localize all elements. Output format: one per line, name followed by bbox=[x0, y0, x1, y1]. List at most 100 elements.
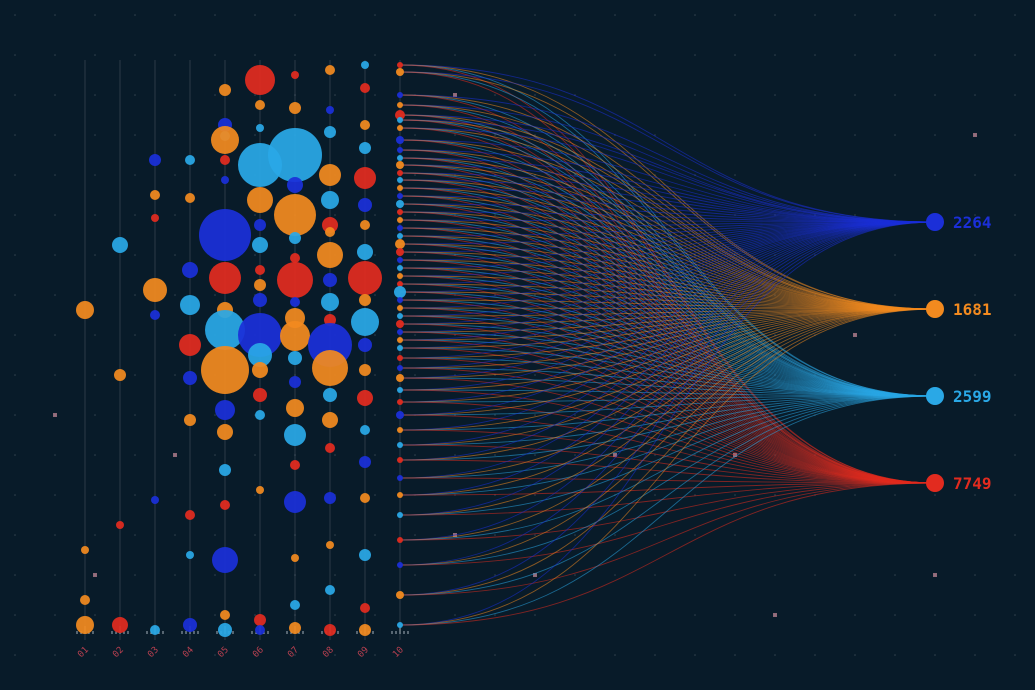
bubble bbox=[151, 214, 159, 222]
bubble bbox=[289, 102, 301, 114]
column-tick-label: 07 bbox=[286, 645, 301, 660]
bubble bbox=[217, 424, 233, 440]
source-point bbox=[395, 239, 405, 249]
bubble bbox=[360, 493, 370, 503]
bubble bbox=[201, 346, 249, 394]
bubble bbox=[323, 273, 337, 287]
source-point bbox=[397, 492, 403, 498]
bubble bbox=[359, 624, 371, 636]
bubble bbox=[253, 388, 267, 402]
source-point bbox=[394, 286, 406, 298]
source-point bbox=[397, 313, 403, 319]
column-tick-label: 04 bbox=[181, 645, 196, 660]
bubble bbox=[81, 546, 89, 554]
accent-marker bbox=[93, 573, 97, 577]
bubble bbox=[80, 595, 90, 605]
column-tick-label: 06 bbox=[251, 645, 266, 660]
bubble bbox=[284, 424, 306, 446]
bubble bbox=[185, 155, 195, 165]
source-point bbox=[397, 399, 403, 405]
accent-marker bbox=[53, 413, 57, 417]
bubble bbox=[277, 262, 313, 298]
column-tick-label: 01 bbox=[76, 645, 91, 660]
bubble bbox=[220, 610, 230, 620]
source-point bbox=[397, 265, 403, 271]
bubble bbox=[319, 164, 341, 186]
source-point bbox=[397, 257, 403, 263]
source-point bbox=[397, 365, 403, 371]
source-point bbox=[397, 345, 403, 351]
bubble bbox=[179, 334, 201, 356]
bubble bbox=[150, 625, 160, 635]
source-point bbox=[397, 442, 403, 448]
bubble bbox=[114, 369, 126, 381]
bubble bbox=[255, 265, 265, 275]
bubble bbox=[255, 625, 265, 635]
bubble bbox=[357, 244, 373, 260]
source-point bbox=[397, 177, 403, 183]
bubble bbox=[184, 414, 196, 426]
bubble bbox=[291, 554, 299, 562]
bubble bbox=[112, 237, 128, 253]
bubble bbox=[359, 456, 371, 468]
bubble bbox=[359, 549, 371, 561]
bubble bbox=[325, 65, 335, 75]
bubble bbox=[252, 237, 268, 253]
bubble bbox=[323, 388, 337, 402]
source-point bbox=[396, 248, 404, 256]
bubble bbox=[325, 443, 335, 453]
bubble bbox=[220, 500, 230, 510]
bubble bbox=[324, 126, 336, 138]
bubble bbox=[284, 491, 306, 513]
bubble bbox=[209, 262, 241, 294]
bubble bbox=[212, 547, 238, 573]
bubble bbox=[76, 616, 94, 634]
source-point bbox=[396, 161, 404, 169]
source-point bbox=[397, 92, 403, 98]
source-point bbox=[397, 475, 403, 481]
source-point bbox=[397, 337, 403, 343]
bubble bbox=[288, 351, 302, 365]
bubble bbox=[116, 521, 124, 529]
source-point bbox=[397, 562, 403, 568]
source-point bbox=[396, 68, 404, 76]
bubble bbox=[358, 338, 372, 352]
bubble bbox=[252, 362, 268, 378]
source-point bbox=[396, 591, 404, 599]
source-point bbox=[397, 170, 403, 176]
source-point bbox=[397, 233, 403, 239]
bubble bbox=[254, 279, 266, 291]
source-point bbox=[396, 200, 404, 208]
source-point bbox=[397, 217, 403, 223]
source-point bbox=[397, 355, 403, 361]
target-nodes: 2264168125997749 bbox=[926, 213, 992, 493]
source-point bbox=[397, 387, 403, 393]
bubble bbox=[360, 425, 370, 435]
accent-marker bbox=[453, 93, 457, 97]
bubble bbox=[291, 71, 299, 79]
bubble bbox=[180, 295, 200, 315]
bubble bbox=[326, 106, 334, 114]
bubble bbox=[324, 492, 336, 504]
bubble bbox=[322, 412, 338, 428]
flow-curves bbox=[400, 65, 935, 625]
flow-chart: 010203040506070809102264168125997749 bbox=[0, 0, 1035, 690]
column-tick-label: 09 bbox=[356, 645, 371, 660]
bubble bbox=[312, 350, 348, 386]
bubble bbox=[358, 198, 372, 212]
bubble bbox=[149, 154, 161, 166]
bubble bbox=[324, 624, 336, 636]
bubble bbox=[290, 297, 300, 307]
bubble bbox=[185, 510, 195, 520]
source-point bbox=[397, 427, 403, 433]
bubble bbox=[183, 618, 197, 632]
target-label: 7749 bbox=[953, 474, 992, 493]
bubble bbox=[290, 253, 300, 263]
bubble bbox=[325, 585, 335, 595]
bubble bbox=[256, 124, 264, 132]
source-point bbox=[397, 297, 403, 303]
bubble bbox=[182, 262, 198, 278]
bubble bbox=[215, 400, 235, 420]
bubble bbox=[220, 155, 230, 165]
bubble bbox=[359, 364, 371, 376]
